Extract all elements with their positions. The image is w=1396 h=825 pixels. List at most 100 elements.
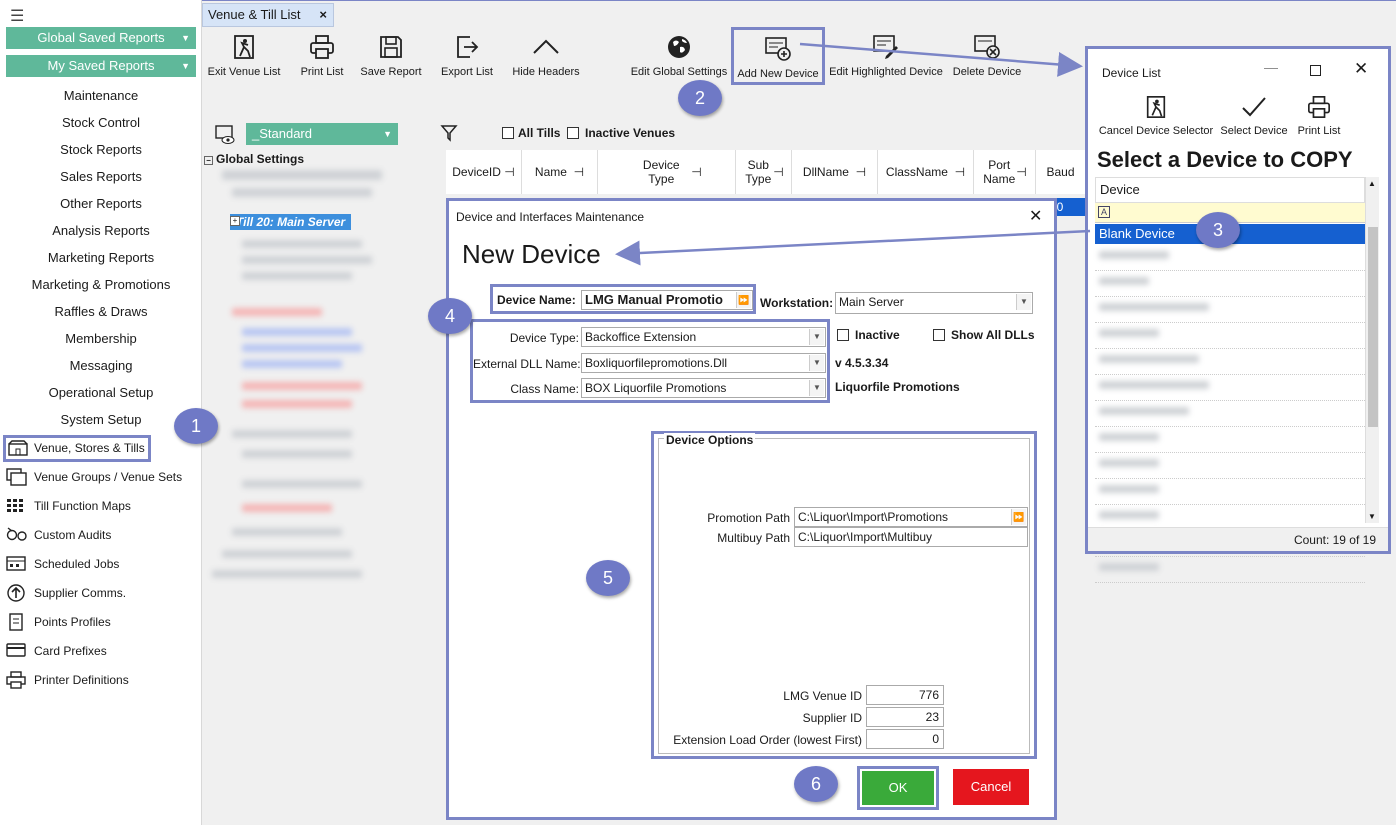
column-label: Device Type	[642, 158, 680, 186]
add-new-device-button[interactable]: Add New Device	[731, 27, 825, 85]
pin-icon[interactable]: ⊣	[856, 165, 866, 179]
menu-system-setup[interactable]: System Setup	[0, 409, 202, 431]
column-device-type[interactable]: Device Type ⊣	[598, 150, 736, 194]
inactive-checkbox[interactable]	[837, 329, 849, 341]
menu-venue-stores-tills[interactable]: Venue, Stores & Tills	[3, 435, 151, 462]
pin-icon[interactable]: ⊣	[773, 165, 783, 179]
expand-editor-icon[interactable]: ⏩	[736, 292, 751, 308]
pin-icon[interactable]: ⊣	[955, 165, 965, 179]
dll-name-select[interactable]: Boxliquorfilepromotions.Dll ▼	[581, 353, 826, 373]
menu-supplier-comms[interactable]: Supplier Comms.	[4, 581, 200, 605]
tree-item-till-20[interactable]: Till 20: Main Server	[230, 214, 352, 230]
load-order-input[interactable]: 0	[866, 729, 944, 749]
column-device-id[interactable]: DeviceID ⊣	[446, 150, 522, 194]
cancel-button[interactable]: Cancel	[953, 769, 1029, 805]
cancel-device-selector-button[interactable]: Cancel Device Selector	[1098, 95, 1214, 137]
collapse-icon[interactable]: −	[204, 156, 213, 165]
device-column-header[interactable]: Device	[1095, 177, 1365, 203]
menu-marketing-promotions[interactable]: Marketing & Promotions	[0, 274, 202, 296]
save-report-button[interactable]: Save Report	[358, 34, 424, 78]
chevron-down-icon[interactable]: ▼	[809, 355, 824, 371]
column-class-name[interactable]: ClassName ⊣	[878, 150, 974, 194]
browse-folder-icon[interactable]: ⏩	[1011, 509, 1026, 525]
print-list-button[interactable]: Print List	[296, 34, 348, 78]
lmg-venue-id-input[interactable]: 776	[866, 685, 944, 705]
device-type-select[interactable]: Backoffice Extension ▼	[581, 327, 826, 347]
delete-device-button[interactable]: Delete Device	[950, 34, 1024, 78]
menu-sales-reports[interactable]: Sales Reports	[0, 166, 202, 188]
scroll-down-icon[interactable]: ▼	[1368, 512, 1376, 521]
menu-operational-setup[interactable]: Operational Setup	[0, 382, 202, 404]
class-name-select[interactable]: BOX Liquorfile Promotions ▼	[581, 378, 826, 398]
global-saved-reports-dropdown[interactable]: Global Saved Reports ▼	[6, 27, 196, 49]
hamburger-menu-icon[interactable]: ☰	[10, 6, 24, 26]
tab-venue-till-list[interactable]: Venue & Till List ×	[202, 3, 334, 27]
select-device-button[interactable]: Select Device	[1218, 95, 1290, 137]
menu-custom-audits[interactable]: Custom Audits	[4, 523, 200, 547]
column-baud[interactable]: Baud	[1036, 150, 1086, 194]
device-list-scrollbar[interactable]: ▲ ▼	[1365, 177, 1379, 523]
export-list-button[interactable]: Export List	[436, 34, 498, 78]
device-list-print-button[interactable]: Print List	[1294, 95, 1344, 137]
chevron-down-icon[interactable]: ▼	[809, 380, 824, 396]
menu-messaging[interactable]: Messaging	[0, 355, 202, 377]
expand-icon[interactable]: +	[230, 216, 240, 226]
minimize-icon[interactable]: —	[1264, 59, 1278, 75]
menu-marketing-reports[interactable]: Marketing Reports	[0, 247, 202, 269]
chevron-down-icon[interactable]: ▼	[1016, 294, 1031, 310]
pin-icon[interactable]: ⊣	[1016, 165, 1026, 179]
menu-stock-control[interactable]: Stock Control	[0, 112, 202, 134]
workstation-select[interactable]: Main Server ▼	[835, 292, 1033, 314]
blurred-tree-item	[232, 430, 352, 438]
tab-close-icon[interactable]: ×	[319, 4, 327, 26]
scroll-up-icon[interactable]: ▲	[1368, 179, 1376, 188]
supplier-id-input[interactable]: 23	[866, 707, 944, 727]
exit-venue-list-button[interactable]: Exit Venue List	[206, 34, 282, 78]
show-all-dlls-checkbox[interactable]	[933, 329, 945, 341]
view-icon[interactable]	[214, 124, 236, 146]
hide-headers-button[interactable]: Hide Headers	[508, 34, 584, 78]
menu-analysis-reports[interactable]: Analysis Reports	[0, 220, 202, 242]
filter-icon[interactable]	[440, 124, 458, 142]
multibuy-path-input[interactable]: C:\Liquor\Import\Multibuy	[794, 527, 1028, 547]
menu-membership[interactable]: Membership	[0, 328, 202, 350]
ok-button[interactable]: OK	[862, 771, 934, 805]
pin-icon[interactable]: ⊣	[691, 165, 701, 179]
add-device-icon	[765, 37, 791, 61]
menu-other-reports[interactable]: Other Reports	[0, 193, 202, 215]
close-icon[interactable]: ✕	[1354, 59, 1368, 79]
view-selector-dropdown[interactable]: _Standard ▼	[246, 123, 398, 145]
dialog-title: Device and Interfaces Maintenance	[456, 210, 645, 224]
chevron-down-icon: ▼	[181, 61, 190, 71]
menu-maintenance[interactable]: Maintenance	[0, 85, 202, 107]
close-icon[interactable]: ✕	[1029, 206, 1042, 226]
pin-icon[interactable]: ⊣	[504, 165, 514, 179]
chevron-down-icon[interactable]: ▼	[809, 329, 824, 345]
promotion-path-input[interactable]: C:\Liquor\Import\Promotions ⏩	[794, 507, 1028, 527]
menu-stock-reports[interactable]: Stock Reports	[0, 139, 202, 161]
pin-icon[interactable]: ⊣	[574, 165, 584, 179]
menu-points-profiles[interactable]: Points Profiles	[4, 610, 200, 634]
menu-venue-groups[interactable]: Venue Groups / Venue Sets	[4, 465, 200, 489]
column-name[interactable]: Name ⊣	[522, 150, 598, 194]
edit-highlighted-device-button[interactable]: Edit Highlighted Device	[826, 34, 946, 78]
exit-icon	[1146, 96, 1166, 118]
menu-till-function-maps[interactable]: Till Function Maps	[4, 494, 200, 518]
sidebar: ☰ Global Saved Reports ▼ My Saved Reports…	[0, 0, 202, 825]
inactive-venues-checkbox[interactable]	[567, 127, 579, 139]
all-tills-checkbox[interactable]	[502, 127, 514, 139]
menu-card-prefixes[interactable]: Card Prefixes	[4, 639, 200, 663]
device-name-input[interactable]: LMG Manual Promotio ⏩	[581, 290, 753, 310]
menu-raffles-draws[interactable]: Raffles & Draws	[0, 301, 202, 323]
column-label: DllName	[802, 165, 849, 179]
menu-printer-definitions[interactable]: Printer Definitions	[4, 668, 200, 692]
edit-global-settings-button[interactable]: Edit Global Settings	[628, 34, 730, 78]
column-dll-name[interactable]: DllName ⊣	[792, 150, 878, 194]
column-sub-type[interactable]: Sub Type ⊣	[736, 150, 792, 194]
maximize-icon[interactable]	[1310, 65, 1321, 76]
tree-root-global-settings[interactable]: − Global Settings	[204, 152, 304, 166]
blurred-tree-item	[242, 382, 362, 390]
my-saved-reports-dropdown[interactable]: My Saved Reports ▼	[6, 55, 196, 77]
column-port-name[interactable]: Port Name ⊣	[974, 150, 1036, 194]
menu-scheduled-jobs[interactable]: Scheduled Jobs	[4, 552, 200, 576]
